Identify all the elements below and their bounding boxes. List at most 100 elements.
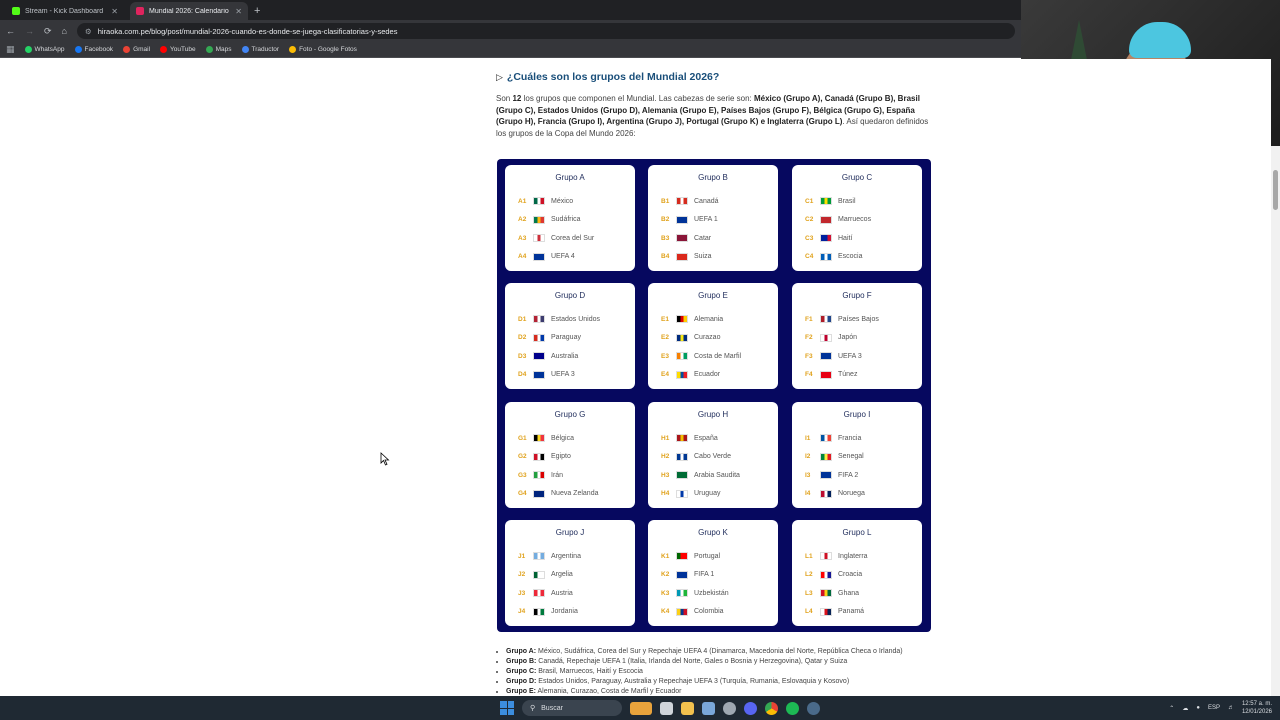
team-row: H1 España — [661, 434, 718, 442]
team-row: D1 Estados Unidos — [518, 315, 600, 323]
browser-toolbar: ← → ⟳ ⌂ ⚙ hiraoka.com.pe/blog/post/mundi… — [0, 20, 1021, 42]
bookmark-item[interactable]: YouTube — [160, 46, 196, 53]
browser-tab[interactable]: Mundial 2026: Calendario co ✕ — [130, 2, 248, 20]
mic-icon[interactable]: ● — [1196, 705, 1200, 711]
group-card: Grupo F F1 Países Bajos F2 Japón F3 UEFA 3 F4 Tú… — [792, 283, 922, 389]
browser-tab[interactable]: Stream - Kick Dashboard ✕ — [6, 2, 124, 20]
team-code: G2 — [518, 453, 527, 460]
clock-date: 12/01/2026 — [1241, 709, 1272, 715]
chevron-up-icon[interactable]: ⌃ — [1169, 705, 1174, 712]
team-row: K4 Colombia — [661, 607, 724, 616]
discord-icon[interactable] — [744, 701, 757, 715]
group-name: Grupo A — [555, 173, 585, 182]
summary-item: Grupo E: Alemania, Curazao, Costa de Mar… — [506, 687, 903, 696]
flag-icon — [676, 589, 688, 597]
chrome-icon[interactable] — [765, 701, 778, 715]
tab-favicon-icon — [136, 7, 144, 15]
team-name: UEFA 4 — [551, 253, 575, 260]
bookmark-item[interactable]: WhatsApp — [24, 46, 65, 53]
bookmark-item[interactable]: Facebook — [74, 46, 113, 53]
store-icon[interactable] — [702, 701, 715, 715]
team-row: G2 Egipto — [518, 452, 571, 461]
close-tab-icon[interactable]: ✕ — [111, 7, 118, 16]
team-code: B1 — [661, 197, 670, 205]
team-row: C2 Marruecos — [805, 215, 872, 224]
bookmark-item[interactable]: Foto - Google Fotos — [289, 46, 357, 53]
bookmark-favicon-icon — [74, 46, 82, 53]
start-icon[interactable] — [500, 701, 514, 715]
widgets-icon[interactable] — [630, 701, 652, 715]
flag-icon — [820, 252, 832, 261]
address-bar[interactable]: ⚙ hiraoka.com.pe/blog/post/mundial-2026-… — [76, 23, 1015, 39]
close-tab-icon[interactable]: ✕ — [235, 7, 242, 16]
flag-icon — [820, 489, 832, 498]
team-code: E2 — [661, 334, 669, 341]
web-page[interactable]: ▷ ¿Cuáles son los grupos del Mundial 202… — [0, 59, 1271, 696]
summary-label: Grupo E: — [506, 688, 536, 695]
team-name: Costa de Marfil — [694, 352, 742, 360]
file-explorer-icon[interactable] — [681, 701, 694, 715]
bookmark-label: YouTube — [170, 46, 196, 53]
reload-icon[interactable]: ⟳ — [44, 26, 52, 37]
language-indicator[interactable]: ESP — [1208, 705, 1220, 711]
taskbar-search[interactable]: ⚲ Buscar — [522, 700, 622, 716]
scrollbar-thumb[interactable] — [1273, 170, 1278, 210]
team-name: Marruecos — [838, 216, 872, 223]
team-row: I2 Senegal — [805, 452, 864, 461]
bookmark-item[interactable]: Gmail — [123, 46, 150, 53]
team-name: Egipto — [551, 453, 571, 460]
faq-question[interactable]: ▷ ¿Cuáles son los grupos del Mundial 202… — [496, 71, 719, 83]
home-icon[interactable]: ⌂ — [62, 26, 67, 36]
task-view-icon[interactable] — [660, 701, 673, 715]
steam-icon[interactable] — [807, 701, 820, 715]
team-row: J4 Jordania — [518, 607, 578, 616]
team-row: E3 Costa de Marfil — [661, 352, 741, 360]
team-row: L3 Ghana — [805, 589, 859, 597]
bookmark-favicon-icon — [160, 46, 168, 53]
flag-icon — [533, 552, 545, 560]
windows-taskbar: ⚲ Buscar ⌃ ☁ ● ESP ♬ 12:57 a. m. 12/01/2… — [0, 696, 1280, 720]
settings-icon[interactable] — [723, 701, 736, 715]
clock[interactable]: 12:57 a. m. 12/01/2026 — [1242, 700, 1272, 716]
flag-icon — [676, 197, 688, 205]
team-code: A2 — [518, 216, 527, 223]
volume-icon[interactable]: ♬ — [1228, 705, 1234, 711]
summary-label: Grupo C: — [506, 668, 537, 675]
team-row: G4 Nueva Zelanda — [518, 489, 598, 498]
bookmark-item[interactable]: Traductor — [241, 46, 279, 53]
team-name: Países Bajos — [838, 315, 879, 323]
spotify-icon[interactable] — [786, 701, 799, 715]
groups-summary-list: Grupo A: México, Sudáfrica, Corea del Su… — [506, 647, 903, 696]
flag-icon — [676, 552, 688, 560]
page-scrollbar[interactable] — [1271, 146, 1280, 696]
flag-icon — [533, 471, 545, 479]
group-card: Grupo D D1 Estados Unidos D2 Paraguay D3 Austr… — [505, 283, 635, 389]
team-name: Austria — [551, 589, 573, 597]
flag-icon — [676, 489, 688, 498]
team-row: B1 Canadá — [661, 197, 719, 205]
team-name: Uzbekistán — [694, 589, 729, 597]
team-row: A3 Corea del Sur — [518, 234, 594, 242]
new-tab-button[interactable]: + — [254, 2, 260, 20]
apps-icon[interactable]: ▦ — [6, 44, 15, 55]
team-row: H2 Cabo Verde — [661, 452, 731, 461]
site-info-icon[interactable]: ⚙ — [85, 27, 92, 36]
back-icon[interactable]: ← — [6, 26, 15, 36]
flag-icon — [533, 352, 545, 360]
flag-icon — [676, 570, 688, 579]
team-row: D4 UEFA 3 — [518, 370, 575, 379]
groups-board: Grupo A A1 México A2 Sudáfrica A3 Corea del Su… — [497, 159, 931, 632]
team-code: G1 — [518, 434, 527, 442]
summary-text: Estados Unidos, Paraguay, Australia y Re… — [536, 678, 850, 685]
forward-icon[interactable]: → — [25, 26, 34, 36]
bookmark-item[interactable]: Maps — [205, 46, 232, 53]
team-code: F4 — [805, 371, 813, 378]
team-row: F2 Japón — [805, 333, 857, 342]
team-row: C3 Haití — [805, 234, 852, 242]
team-code: B2 — [661, 216, 670, 223]
network-icon[interactable]: ☁ — [1182, 705, 1188, 712]
flag-icon — [676, 370, 688, 379]
flag-icon — [676, 607, 688, 616]
team-row: B2 UEFA 1 — [661, 215, 718, 224]
team-row: L2 Croacia — [805, 570, 862, 579]
